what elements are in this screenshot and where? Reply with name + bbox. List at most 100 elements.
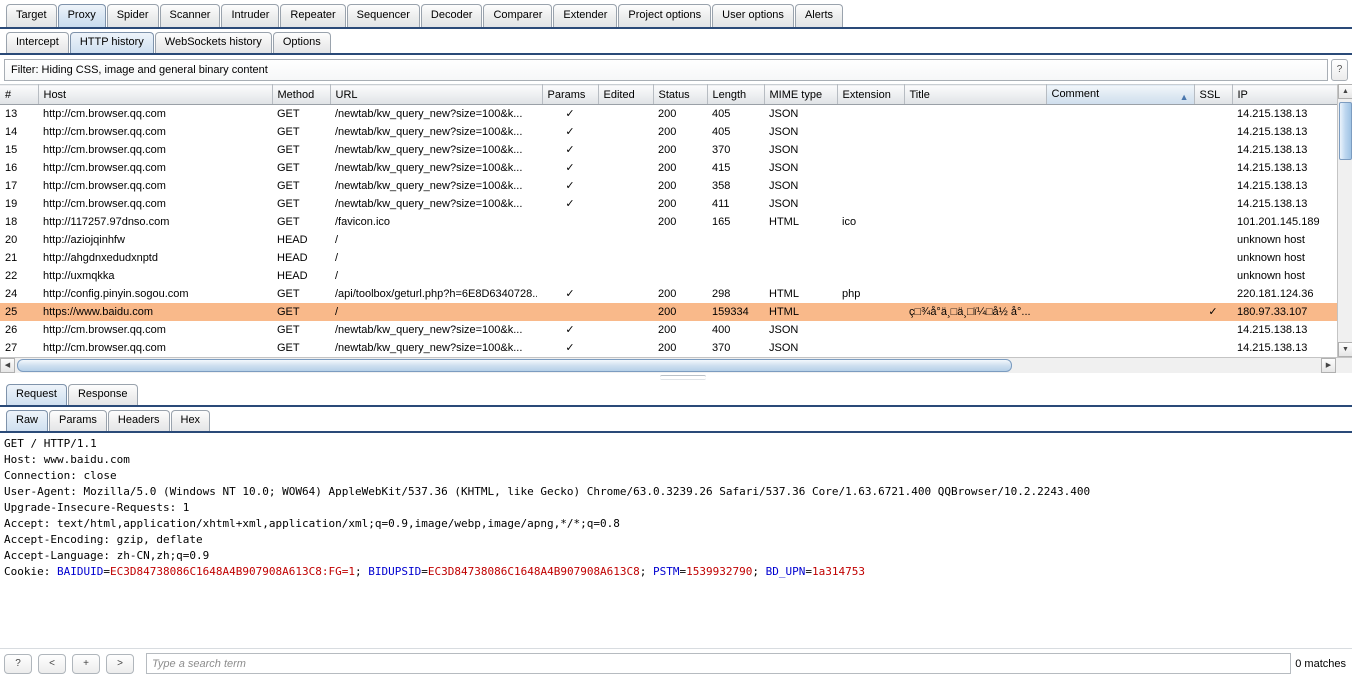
tab-repeater[interactable]: Repeater (280, 4, 346, 27)
tab-comparer[interactable]: Comparer (483, 4, 553, 27)
view-tabstrip: Raw Params Headers Hex (0, 407, 1352, 433)
cell-url: /newtab/kw_query_new?size=100&k... (330, 321, 542, 339)
table-row[interactable]: 22 http://uxmqkka HEAD / unknown host (0, 267, 1352, 285)
raw-line: GET / HTTP/1.1 (4, 436, 97, 450)
tab-sequencer[interactable]: Sequencer (346, 4, 420, 27)
tab-decoder[interactable]: Decoder (420, 4, 483, 27)
table-row[interactable]: 27 http://cm.browser.qq.com GET/newtab/kw_… (0, 339, 1352, 357)
history-vertical-scrollbar[interactable]: ▲ ▼ (1337, 84, 1352, 357)
cell-text: /favicon.ico (335, 215, 391, 228)
cell-host: http://config.pinyin.sogou.com (38, 285, 272, 303)
table-row[interactable]: 17 http://cm.browser.qq.com GET/newtab/kw_… (0, 177, 1352, 195)
cell-text: 14.215.138.13 (1237, 143, 1308, 156)
cell-text: 101.201.145.189 (1237, 215, 1320, 228)
cell-host: http://cm.browser.qq.com (38, 177, 272, 195)
message-tab-request[interactable]: Request (6, 383, 67, 405)
panel-splitter[interactable] (0, 372, 1352, 381)
table-row[interactable]: 13 http://cm.browser.qq.com GET/newtab/kw_… (0, 105, 1352, 123)
scroll-up-arrow-icon[interactable]: ▲ (1338, 84, 1352, 99)
cell-text: GET (277, 305, 300, 318)
cell-mime (764, 267, 837, 285)
column-header-method[interactable]: Method (272, 84, 331, 105)
table-row[interactable]: 20 http://aziojqinhfw HEAD / unknown host (0, 231, 1352, 249)
table-row[interactable]: 19 http://cm.browser.qq.com GET/newtab/kw_… (0, 195, 1352, 213)
tab-intruder[interactable]: Intruder (221, 4, 280, 27)
search-prev-button[interactable]: < (38, 653, 66, 674)
column-header-length[interactable]: Length (707, 84, 765, 105)
cell-text: 14.215.138.13 (1237, 161, 1308, 174)
column-header-num[interactable]: # (0, 84, 39, 105)
table-row[interactable]: 16 http://cm.browser.qq.com GET/newtab/kw_… (0, 159, 1352, 177)
cell-ip: unknown host (1232, 249, 1352, 267)
cell-status: 200 (653, 213, 707, 231)
tab-scanner[interactable]: Scanner (159, 4, 221, 27)
view-tab-hex[interactable]: Hex (170, 409, 211, 431)
table-row[interactable]: 18 http://117257.97dnso.com GET/favicon.ic… (0, 213, 1352, 231)
tab-proxy[interactable]: Proxy (57, 4, 106, 27)
horizontal-scroll-thumb[interactable] (17, 358, 1012, 372)
scroll-left-arrow-icon[interactable]: ◀ (0, 357, 15, 373)
column-header-extension[interactable]: Extension (837, 84, 905, 105)
subtab-websockets-history[interactable]: WebSockets history (154, 32, 272, 53)
column-header-host[interactable]: Host (38, 84, 273, 105)
table-row[interactable]: 25 https://www.baidu.com GET / 200 159334 HTML… (0, 302, 1352, 321)
column-header-title[interactable]: Title (904, 84, 1047, 105)
search-add-button[interactable]: + (72, 653, 100, 674)
scroll-right-arrow-icon[interactable]: ▶ (1321, 357, 1336, 373)
column-header-edited[interactable]: Edited (598, 84, 654, 105)
cell-ssl (1194, 231, 1232, 249)
column-header-mime[interactable]: MIME type (764, 84, 838, 105)
table-row[interactable]: 24 http://config.pinyin.sogou.com GET/api/… (0, 285, 1352, 303)
search-next-button[interactable]: > (106, 653, 134, 674)
filter-bar[interactable]: Filter: Hiding CSS, image and general bi… (4, 59, 1328, 81)
cell-text: http://cm.browser.qq.com (43, 107, 166, 120)
column-header-url[interactable]: URL (330, 84, 543, 105)
filter-help-icon[interactable]: ? (1331, 59, 1348, 81)
cell-text: ✓ (565, 324, 575, 336)
raw-line: Accept: text/html,application/xhtml+xml,… (4, 516, 620, 530)
cell-params: ✓ (542, 159, 598, 177)
column-header-ssl[interactable]: SSL (1194, 84, 1233, 105)
history-horizontal-scrollbar[interactable]: ◀ ▶ (0, 356, 1352, 373)
view-tab-raw[interactable]: Raw (6, 409, 49, 431)
scroll-down-arrow-icon[interactable]: ▼ (1338, 341, 1352, 357)
cell-status: 200 (653, 195, 707, 213)
cell-mime: JSON (764, 105, 837, 123)
cell-text: 16 (5, 161, 18, 174)
cell-text: 200 (658, 287, 677, 300)
tab-alerts[interactable]: Alerts (794, 4, 844, 27)
tab-target[interactable]: Target (6, 4, 57, 27)
tab-spider[interactable]: Spider (106, 4, 159, 27)
cell-text: http://cm.browser.qq.com (43, 161, 166, 174)
table-row[interactable]: 21 http://ahgdnxedudxnptd HEAD / unknown hos… (0, 249, 1352, 267)
table-row[interactable]: 14 http://cm.browser.qq.com GET/newtab/kw_… (0, 123, 1352, 141)
subtab-intercept[interactable]: Intercept (6, 32, 69, 53)
tab-extender[interactable]: Extender (553, 4, 618, 27)
cell-text: 22 (5, 269, 18, 282)
column-header-comment[interactable]: Comment ▲ (1046, 84, 1195, 105)
view-tab-params[interactable]: Params (49, 409, 107, 431)
table-row[interactable]: 15 http://cm.browser.qq.com GET/newtab/kw_… (0, 141, 1352, 159)
search-help-button[interactable]: ? (4, 653, 32, 674)
column-header-ip[interactable]: IP (1232, 84, 1352, 105)
cell-method: HEAD (272, 231, 330, 249)
subtab-options[interactable]: Options (272, 32, 331, 53)
column-header-status[interactable]: Status (653, 84, 708, 105)
search-input[interactable]: Type a search term (146, 653, 1292, 674)
column-header-params[interactable]: Params (542, 84, 599, 105)
cookie-value: 1a314753 (812, 564, 866, 578)
cell-title (904, 123, 1046, 141)
cell-ip: unknown host (1232, 231, 1352, 249)
cell-text: 200 (658, 125, 677, 138)
table-row[interactable]: 26 http://cm.browser.qq.com GET/newtab/kw_… (0, 321, 1352, 339)
view-tab-headers[interactable]: Headers (107, 409, 170, 431)
tab-project-options[interactable]: Project options (618, 4, 712, 27)
subtab-http-history[interactable]: HTTP history (69, 32, 154, 53)
cookie-name: BIDUPSID (368, 564, 422, 578)
message-tab-response[interactable]: Response (67, 383, 138, 405)
raw-request-viewer[interactable]: GET / HTTP/1.1 Host: www.baidu.com Connect… (0, 432, 1352, 640)
vertical-scroll-thumb[interactable] (1339, 102, 1352, 160)
cell-host: http://ahgdnxedudxnptd (38, 249, 272, 267)
cell-text: 370 (712, 143, 731, 156)
tab-user-options[interactable]: User options (712, 4, 794, 27)
